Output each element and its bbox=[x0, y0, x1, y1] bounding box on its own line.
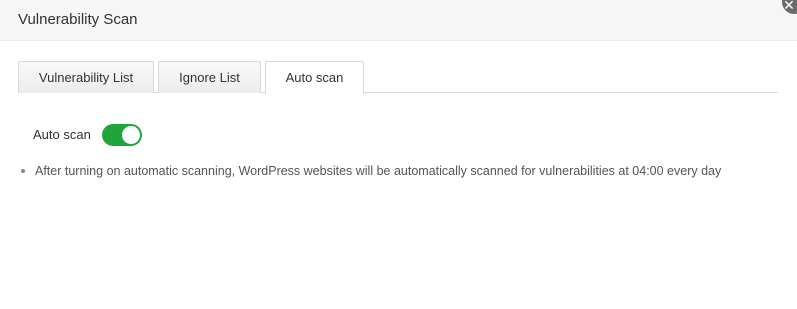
tab-bar: Vulnerability List Ignore List Auto scan bbox=[18, 61, 778, 94]
tab-auto-scan[interactable]: Auto scan bbox=[265, 61, 364, 94]
help-note: After turning on automatic scanning, Wor… bbox=[20, 161, 780, 181]
auto-scan-toggle[interactable] bbox=[102, 124, 142, 146]
help-notes: After turning on automatic scanning, Wor… bbox=[20, 161, 780, 181]
tab-vulnerability-list[interactable]: Vulnerability List bbox=[18, 61, 154, 93]
tab-ignore-list[interactable]: Ignore List bbox=[158, 61, 261, 93]
dialog-title: Vulnerability Scan bbox=[18, 11, 138, 28]
auto-scan-label: Auto scan bbox=[33, 127, 91, 142]
help-note-text: After turning on automatic scanning, Wor… bbox=[35, 164, 722, 178]
close-icon: ✕ bbox=[783, 0, 795, 13]
close-button[interactable]: ✕ bbox=[782, 0, 797, 14]
vulnerability-scan-dialog: Vulnerability Scan ✕ Vulnerability List … bbox=[0, 0, 797, 309]
dialog-header: Vulnerability Scan bbox=[0, 0, 797, 41]
bullet-icon bbox=[21, 169, 25, 173]
toggle-knob bbox=[122, 126, 140, 144]
